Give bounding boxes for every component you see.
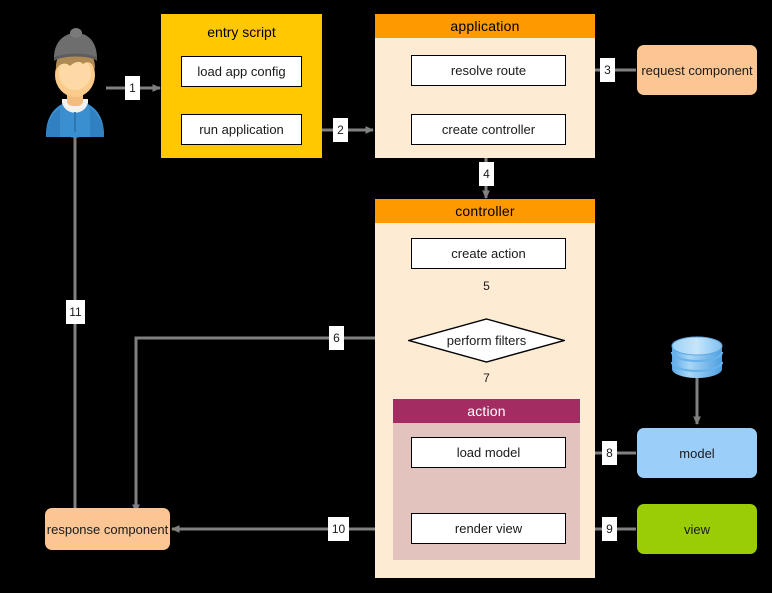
- step-badge-3: 3: [600, 58, 615, 82]
- component-label: view: [683, 521, 710, 537]
- step-badge-2: 2: [333, 118, 348, 142]
- component-request-component[interactable]: request component: [637, 45, 757, 95]
- step-badge-10: 10: [328, 517, 349, 541]
- user-avatar-icon: [46, 28, 104, 137]
- step-badge-5: 5: [483, 279, 490, 293]
- panel-title-action: action: [393, 399, 580, 423]
- step-badge-4: 4: [479, 162, 494, 186]
- node-label: run application: [199, 122, 284, 137]
- node-run-application[interactable]: run application: [181, 114, 302, 145]
- component-view[interactable]: view: [637, 504, 757, 554]
- step-badge-7: 7: [483, 371, 490, 385]
- component-label: model: [679, 445, 715, 461]
- node-create-controller[interactable]: create controller: [411, 114, 566, 145]
- step-badge-9: 9: [602, 517, 617, 541]
- node-label: render view: [454, 521, 523, 536]
- component-label: request component: [641, 62, 753, 78]
- step-badge-11: 11: [66, 300, 85, 324]
- node-label: resolve route: [450, 63, 527, 78]
- component-response-component[interactable]: response component: [45, 508, 170, 550]
- node-label: create action: [451, 246, 526, 261]
- node-label: create controller: [441, 122, 536, 137]
- node-create-action[interactable]: create action: [411, 238, 566, 269]
- panel-title-controller: controller: [375, 199, 595, 223]
- component-model[interactable]: model: [637, 428, 757, 478]
- step-badge-1: 1: [125, 76, 140, 100]
- step-badge-6: 6: [329, 326, 344, 350]
- node-load-model[interactable]: load model: [411, 437, 566, 468]
- node-label: load app config: [197, 64, 286, 79]
- step-badge-8: 8: [602, 441, 617, 465]
- node-perform-filters[interactable]: perform filters: [406, 318, 567, 363]
- diagram-canvas: entry script load app config run applica…: [0, 0, 772, 593]
- panel-title-application: application: [375, 14, 595, 38]
- node-resolve-route[interactable]: resolve route: [411, 55, 566, 86]
- node-render-view[interactable]: render view: [411, 513, 566, 544]
- node-load-app-config[interactable]: load app config: [181, 56, 302, 87]
- panel-title-entry-script: entry script: [207, 24, 276, 40]
- node-label: load model: [456, 445, 521, 460]
- node-label: perform filters: [446, 333, 527, 348]
- component-label: response component: [46, 521, 169, 537]
- database-cylinder-icon: [670, 336, 724, 378]
